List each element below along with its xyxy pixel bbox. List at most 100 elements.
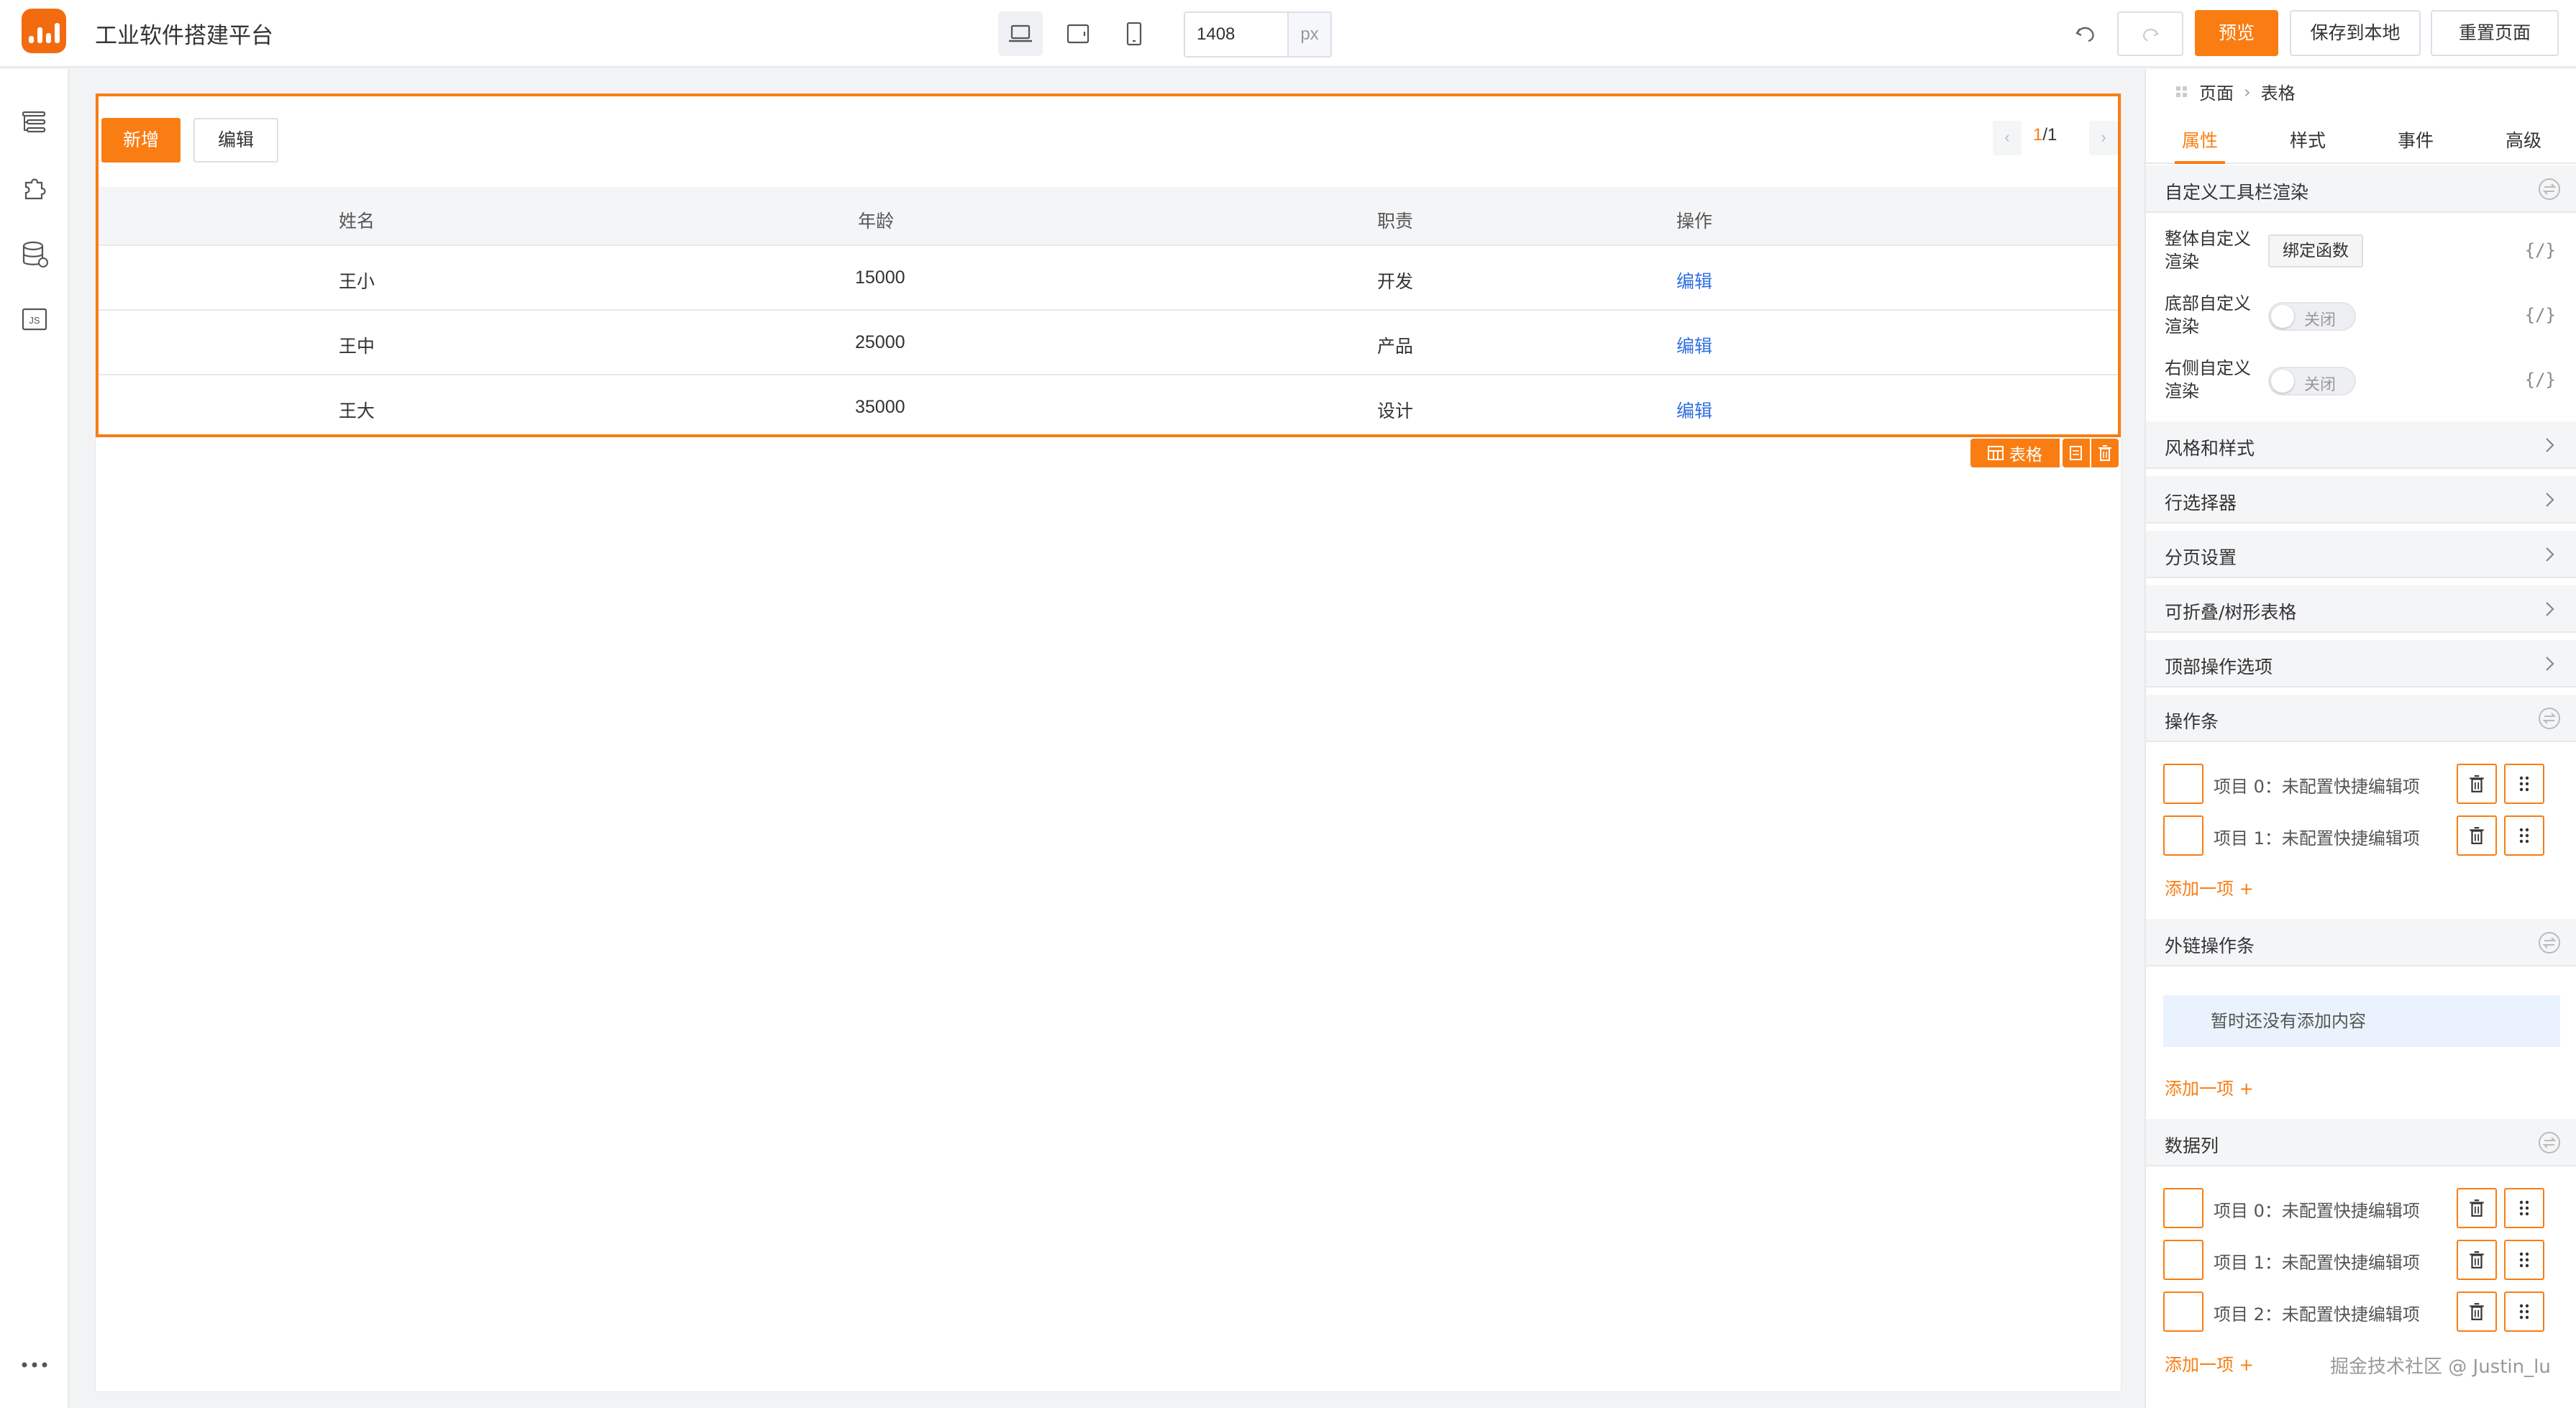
code-expression-icon[interactable]: {/} (2525, 305, 2556, 325)
tab-advanced[interactable]: 高级 (2470, 127, 2576, 152)
breadcrumb-page[interactable]: 页面 (2199, 79, 2234, 104)
canvas-width-unit: px (1287, 12, 1332, 58)
toggle-label: 关闭 (2304, 311, 2337, 329)
cell-role: 设计 (1377, 401, 1414, 421)
tablet-icon (1067, 24, 1090, 44)
bottom-render-toggle[interactable]: 关闭 (2268, 302, 2356, 331)
js-code-icon[interactable]: JS (19, 303, 50, 335)
list-item[interactable]: 项目 0：未配置快捷编辑项 (2163, 1185, 2566, 1228)
add-data-column-link[interactable]: 添加一项 + (2165, 1350, 2254, 1376)
drag-handle[interactable] (2504, 1188, 2544, 1228)
reset-page-button[interactable]: 重置页面 (2431, 10, 2559, 56)
row-edit-link[interactable]: 编辑 (1676, 397, 1712, 423)
cell-age: 25000 (855, 332, 905, 352)
trash-icon (2098, 445, 2111, 461)
tab-style[interactable]: 样式 (2254, 127, 2362, 152)
table-add-button[interactable]: 新增 (101, 118, 181, 163)
item-label: 项目 0：未配置快捷编辑项 (2214, 777, 2420, 797)
column-header-age: 年龄 (858, 211, 895, 232)
tab-properties[interactable]: 属性 (2146, 127, 2254, 152)
list-item[interactable]: 项目 0：未配置快捷编辑项 (2163, 761, 2566, 804)
chevron-right-icon (2546, 438, 2554, 452)
redo-button[interactable] (2117, 12, 2183, 56)
row-edit-link[interactable]: 编辑 (1676, 332, 1712, 358)
delete-item-button[interactable] (2457, 1188, 2497, 1228)
item-select-box[interactable] (2163, 1188, 2203, 1228)
section-operation-bar[interactable]: 操作条 (2146, 695, 2576, 742)
section-top-actions[interactable]: 顶部操作选项 (2146, 640, 2576, 687)
drag-handle[interactable] (2504, 1240, 2544, 1280)
section-title: 顶部操作选项 (2165, 657, 2273, 677)
breadcrumb-table[interactable]: 表格 (2261, 79, 2296, 104)
undo-icon[interactable] (2071, 19, 2100, 47)
item-select-box[interactable] (2163, 764, 2203, 804)
delete-item-button[interactable] (2457, 1240, 2497, 1280)
delete-component-button[interactable] (2091, 439, 2119, 467)
cell-name: 王小 (339, 271, 375, 292)
component-tag[interactable]: 表格 (1970, 439, 2060, 467)
copy-component-button[interactable] (2063, 439, 2090, 467)
switch-mode-icon[interactable] (2537, 177, 2562, 201)
drag-handle[interactable] (2504, 764, 2544, 804)
add-external-item-link[interactable]: 添加一项 + (2165, 1074, 2254, 1100)
add-operation-item-link[interactable]: 添加一项 + (2165, 874, 2254, 900)
preview-button[interactable]: 预览 (2195, 10, 2278, 56)
item-select-box[interactable] (2163, 815, 2203, 856)
list-item[interactable]: 项目 1：未配置快捷编辑项 (2163, 1237, 2566, 1280)
item-select-box[interactable] (2163, 1292, 2203, 1332)
switch-mode-icon[interactable] (2537, 706, 2562, 731)
list-item[interactable]: 项目 1：未配置快捷编辑项 (2163, 813, 2566, 856)
table-component[interactable]: 新增 编辑 ‹ 1/1 › 姓名 年龄 职责 操作 王小 15000 开发 编辑… (96, 93, 2121, 437)
list-item[interactable]: 项目 2：未配置快捷编辑项 (2163, 1289, 2566, 1332)
component-tag-label: 表格 (2009, 446, 2042, 465)
table-row: 王小 15000 开发 编辑 (99, 246, 2118, 311)
chevron-right-icon (2546, 547, 2554, 562)
section-style-theme[interactable]: 风格和样式 (2146, 421, 2576, 469)
pagination-next-button[interactable]: › (2089, 121, 2118, 155)
canvas-width-input[interactable]: 1408 (1184, 12, 1287, 58)
cell-name: 王中 (339, 336, 375, 357)
switch-mode-icon[interactable] (2537, 1130, 2562, 1155)
drag-dots-icon (2519, 1304, 2529, 1320)
pagination-prev-button[interactable]: ‹ (1993, 121, 2022, 155)
outline-tree-icon[interactable] (19, 106, 50, 138)
section-external-operation-bar[interactable]: 外链操作条 (2146, 919, 2576, 966)
empty-placeholder: 暂时还没有添加内容 (2163, 995, 2560, 1047)
breadcrumb: 页面 › 表格 (2175, 79, 2296, 104)
bottom-custom-render-label: 底部自定义渲染 (2165, 293, 2251, 337)
tablet-view-button[interactable] (1056, 12, 1100, 56)
delete-item-button[interactable] (2457, 764, 2497, 804)
code-expression-icon[interactable]: {/} (2525, 370, 2556, 390)
section-data-columns[interactable]: 数据列 (2146, 1119, 2576, 1166)
row-edit-link[interactable]: 编辑 (1676, 268, 1712, 293)
item-select-box[interactable] (2163, 1240, 2203, 1280)
bind-function-button[interactable]: 绑定函数 (2268, 234, 2363, 268)
section-custom-toolbar[interactable]: 自定义工具栏渲染 (2146, 165, 2576, 213)
trash-icon (2470, 827, 2484, 844)
desktop-view-button[interactable] (998, 12, 1043, 56)
drag-handle[interactable] (2504, 1292, 2544, 1332)
section-tree-table[interactable]: 可折叠/树形表格 (2146, 585, 2576, 633)
table-edit-button[interactable]: 编辑 (193, 118, 278, 163)
mobile-view-button[interactable] (1112, 12, 1156, 56)
datasource-database-icon[interactable] (19, 239, 50, 270)
save-local-button[interactable]: 保存到本地 (2290, 10, 2421, 56)
item-label: 项目 0：未配置快捷编辑项 (2214, 1201, 2420, 1221)
property-panel: 页面 › 表格 属性 样式 事件 高级 自定义工具栏渲染 整体自定义渲染 绑定函… (2145, 69, 2576, 1408)
code-expression-icon[interactable]: {/} (2525, 240, 2556, 260)
more-dots-icon[interactable] (19, 1349, 50, 1381)
delete-item-button[interactable] (2457, 1292, 2497, 1332)
delete-item-button[interactable] (2457, 815, 2497, 856)
plugin-puzzle-icon[interactable] (19, 173, 50, 204)
phone-icon (1126, 22, 1142, 46)
section-row-selector[interactable]: 行选择器 (2146, 476, 2576, 524)
chevron-right-icon (2546, 657, 2554, 671)
app-logo-icon (22, 9, 66, 53)
section-pagination[interactable]: 分页设置 (2146, 531, 2576, 578)
breadcrumb-separator-icon: › (2244, 81, 2251, 102)
drag-dots-icon (2519, 828, 2529, 844)
tab-events[interactable]: 事件 (2362, 127, 2470, 152)
switch-mode-icon[interactable] (2537, 931, 2562, 955)
right-render-toggle[interactable]: 关闭 (2268, 367, 2356, 396)
drag-handle[interactable] (2504, 815, 2544, 856)
